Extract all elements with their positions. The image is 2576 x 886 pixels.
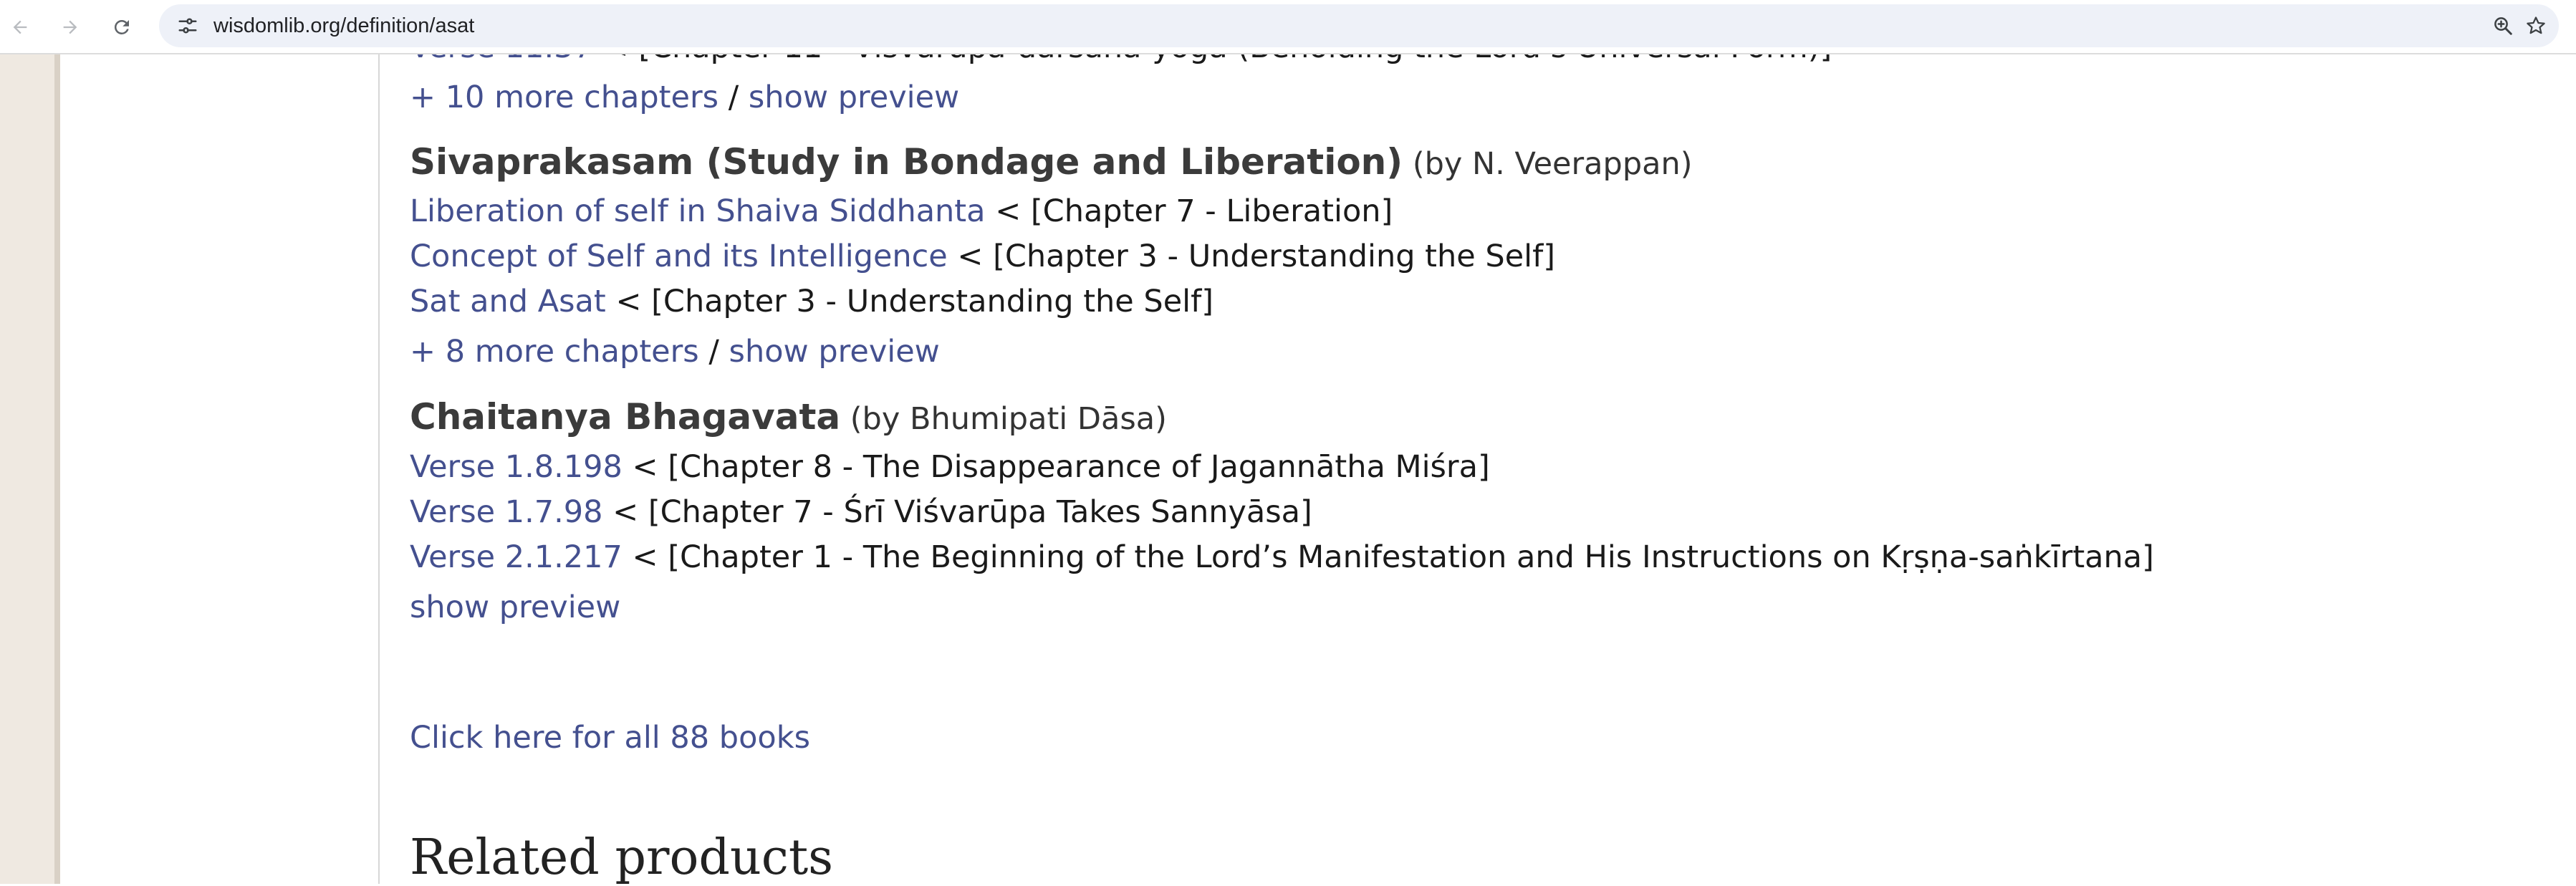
- tune-icon: [178, 18, 197, 34]
- list-item: Sat and Asat < [Chapter 3 - Understandin…: [410, 280, 1213, 323]
- main-content: Verse 11.37 < [Chapter 11 - Viśvarūpa-da…: [410, 0, 2544, 886]
- left-margin-edge: [54, 54, 60, 884]
- list-item: Verse 2.1.217 < [Chapter 1 - The Beginni…: [410, 536, 2154, 579]
- more-chapters-link[interactable]: + 8 more chapters: [410, 334, 699, 370]
- chapter-reference: < [Chapter 8 - The Disappearance of Jaga…: [622, 449, 1490, 485]
- address-bar[interactable]: wisdomlib.org/definition/asat: [159, 4, 2559, 47]
- chapter-reference: < [Chapter 1 - The Beginning of the Lord…: [622, 539, 2154, 575]
- back-button[interactable]: [0, 7, 40, 47]
- book-author: (by Bhumipati Dāsa): [850, 401, 1167, 437]
- chapter-reference: < [Chapter 3 - Understanding the Self]: [947, 239, 1556, 274]
- show-preview-link[interactable]: show preview: [410, 589, 620, 625]
- list-item: Verse 1.7.98 < [Chapter 7 - Śrī Viśvarūp…: [410, 491, 1312, 534]
- zoom-icon: [2494, 17, 2512, 35]
- book-title: Chaitanya Bhagavata: [410, 396, 841, 438]
- arrow-left-icon: [13, 20, 27, 34]
- list-item: Concept of Self and its Intelligence < […: [410, 235, 1555, 278]
- left-margin: [0, 54, 54, 884]
- all-books-link[interactable]: Click here for all 88 books: [410, 720, 810, 756]
- reload-icon: [114, 19, 129, 34]
- star-icon: [2527, 16, 2545, 34]
- list-item: Verse 1.8.198 < [Chapter 8 - The Disappe…: [410, 446, 1490, 488]
- separator: /: [719, 80, 749, 115]
- more-chapters-row: + 8 more chapters / show preview: [410, 330, 940, 373]
- entry-link[interactable]: Liberation of self in Shaiva Siddhanta: [410, 193, 986, 229]
- more-chapters-link[interactable]: + 10 more chapters: [410, 80, 719, 115]
- arrow-right-icon: [63, 20, 77, 34]
- more-chapters-row: + 10 more chapters / show preview: [410, 76, 959, 119]
- bookmark-button[interactable]: [2523, 13, 2549, 39]
- url-text[interactable]: wisdomlib.org/definition/asat: [213, 4, 474, 47]
- entry-link[interactable]: Sat and Asat: [410, 284, 606, 319]
- list-item: Liberation of self in Shaiva Siddhanta <…: [410, 190, 1393, 233]
- content-divider: [378, 54, 380, 884]
- show-preview-link[interactable]: show preview: [729, 334, 940, 370]
- all-books-row: Click here for all 88 books: [410, 716, 810, 759]
- forward-button[interactable]: [50, 7, 90, 47]
- chapter-reference: < [Chapter 7 - Liberation]: [985, 193, 1393, 229]
- reload-button[interactable]: [102, 7, 142, 47]
- show-preview-row: show preview: [410, 586, 620, 629]
- entry-link[interactable]: Verse 1.8.198: [410, 449, 623, 485]
- site-info-button[interactable]: [175, 13, 201, 39]
- entry-link[interactable]: Concept of Self and its Intelligence: [410, 239, 948, 274]
- chapter-reference: < [Chapter 7 - Śrī Viśvarūpa Takes Sanny…: [602, 494, 1312, 530]
- entry-link[interactable]: Verse 2.1.217: [410, 539, 623, 575]
- book-author: (by N. Veerappan): [1412, 146, 1693, 182]
- book-heading: Chaitanya Bhagavata (by Bhumipati Dāsa): [410, 395, 1167, 440]
- browser-toolbar: wisdomlib.org/definition/asat: [0, 0, 2576, 54]
- entry-link[interactable]: Verse 1.7.98: [410, 494, 603, 530]
- related-products-heading: Related products: [410, 829, 834, 886]
- book-title: Sivaprakasam (Study in Bondage and Liber…: [410, 141, 1403, 183]
- chapter-reference: < [Chapter 3 - Understanding the Self]: [605, 284, 1214, 319]
- book-heading: Sivaprakasam (Study in Bondage and Liber…: [410, 140, 1693, 186]
- zoom-button[interactable]: [2490, 13, 2516, 39]
- separator: /: [698, 334, 729, 370]
- show-preview-link[interactable]: show preview: [749, 80, 959, 115]
